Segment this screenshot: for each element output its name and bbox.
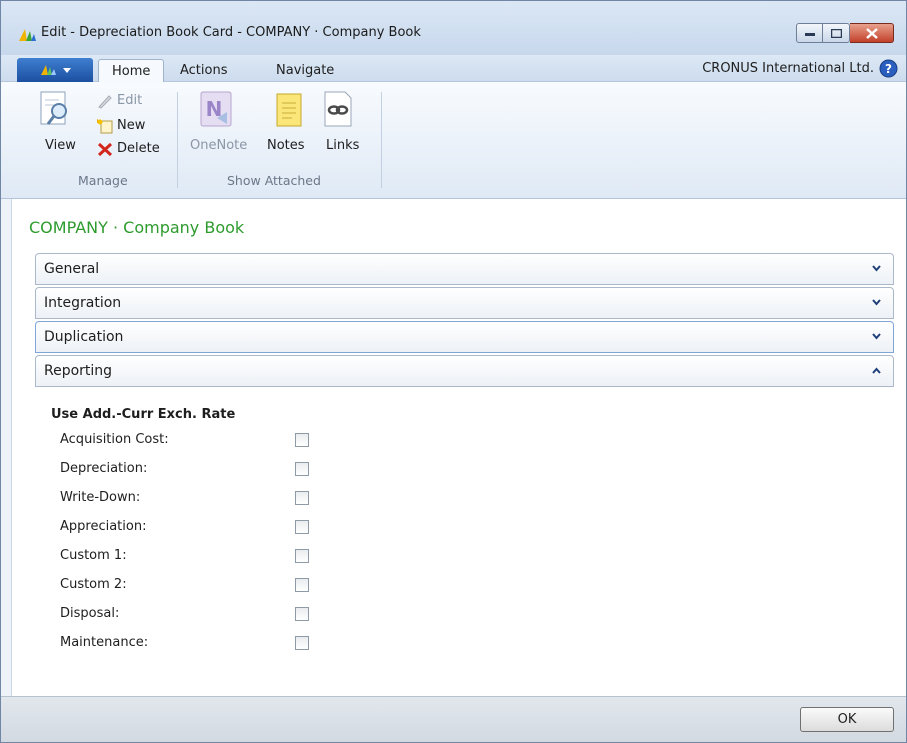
chevron-down-icon (872, 333, 881, 340)
fasttab-duplication[interactable]: Duplication (35, 321, 894, 353)
depreciation-checkbox[interactable] (295, 462, 309, 476)
custom-1-checkbox[interactable] (295, 549, 309, 563)
minimize-button[interactable] (796, 23, 823, 43)
field-label-maintenance: Maintenance: (60, 635, 149, 650)
fasttab-reporting[interactable]: Reporting (35, 355, 894, 387)
manage-group-label: Manage (78, 173, 128, 188)
close-button[interactable] (850, 23, 894, 43)
tab-navigate[interactable]: Navigate (263, 59, 347, 83)
field-label-custom-2: Custom 2: (60, 577, 127, 592)
ribbon-separator (381, 92, 382, 188)
fasttab-label: General (44, 261, 100, 277)
fasttab-label: Integration (44, 295, 122, 311)
field-label-write-down: Write-Down: (60, 490, 141, 505)
view-icon[interactable] (39, 90, 73, 130)
delete-button[interactable]: Delete (117, 141, 160, 156)
field-label-depreciation: Depreciation: (60, 461, 148, 476)
new-button[interactable]: New (117, 118, 145, 133)
acquisition-cost-checkbox[interactable] (295, 433, 309, 447)
chevron-down-icon (872, 299, 881, 306)
company-name: CRONUS International Ltd. (702, 61, 874, 76)
notes-button[interactable]: Notes (267, 138, 305, 153)
links-icon[interactable] (321, 90, 355, 130)
write-down-checkbox[interactable] (295, 491, 309, 505)
notes-icon[interactable] (274, 90, 306, 130)
svg-text:?: ? (885, 62, 892, 76)
delete-icon (97, 142, 113, 157)
menu-bar: Home Actions Navigate CRONUS Internation… (1, 55, 906, 83)
view-button[interactable]: View (45, 138, 76, 153)
application-menu-button[interactable] (17, 58, 93, 82)
edit-button[interactable]: Edit (117, 93, 142, 108)
title-bar: Edit - Depreciation Book Card - COMPANY … (1, 1, 906, 55)
tab-home[interactable]: Home (98, 59, 165, 83)
close-icon (865, 27, 878, 39)
new-icon (97, 119, 113, 134)
field-label-disposal: Disposal: (60, 606, 120, 621)
restore-icon (830, 28, 842, 38)
fasttab-label: Duplication (44, 329, 124, 345)
onenote-button[interactable]: OneNote (190, 138, 247, 153)
restore-button[interactable] (823, 23, 850, 43)
fasttab-label: Reporting (44, 363, 113, 379)
edit-icon (98, 95, 112, 109)
disposal-checkbox[interactable] (295, 607, 309, 621)
footer-bar: OK (1, 696, 906, 742)
help-icon[interactable]: ? (879, 59, 898, 78)
dynamics-logo-icon (19, 29, 36, 41)
minimize-icon (804, 33, 815, 36)
window: Edit - Depreciation Book Card - COMPANY … (0, 0, 907, 743)
field-label-acquisition-cost: Acquisition Cost: (60, 432, 169, 447)
fasttab-integration[interactable]: Integration (35, 287, 894, 319)
custom-2-checkbox[interactable] (295, 578, 309, 592)
ok-button[interactable]: OK (800, 707, 894, 732)
section-heading: Use Add.-Curr Exch. Rate (51, 407, 236, 422)
window-title: Edit - Depreciation Book Card - COMPANY … (41, 25, 421, 40)
page-title: COMPANY · Company Book (29, 218, 245, 237)
appreciation-checkbox[interactable] (295, 520, 309, 534)
dynamics-menu-icon (41, 65, 71, 75)
fasttab-general[interactable]: General (35, 253, 894, 285)
onenote-icon[interactable]: N (197, 90, 235, 130)
links-button[interactable]: Links (326, 138, 359, 153)
tab-actions[interactable]: Actions (167, 59, 241, 83)
ribbon: View Edit New Delete Manage N OneNote No… (1, 82, 906, 199)
field-label-appreciation: Appreciation: (60, 519, 147, 534)
window-controls (796, 23, 894, 43)
chevron-up-icon (872, 367, 881, 374)
maintenance-checkbox[interactable] (295, 636, 309, 650)
field-label-custom-1: Custom 1: (60, 548, 127, 563)
show-attached-group-label: Show Attached (227, 173, 321, 188)
ribbon-separator (177, 92, 178, 188)
chevron-down-icon (872, 265, 881, 272)
